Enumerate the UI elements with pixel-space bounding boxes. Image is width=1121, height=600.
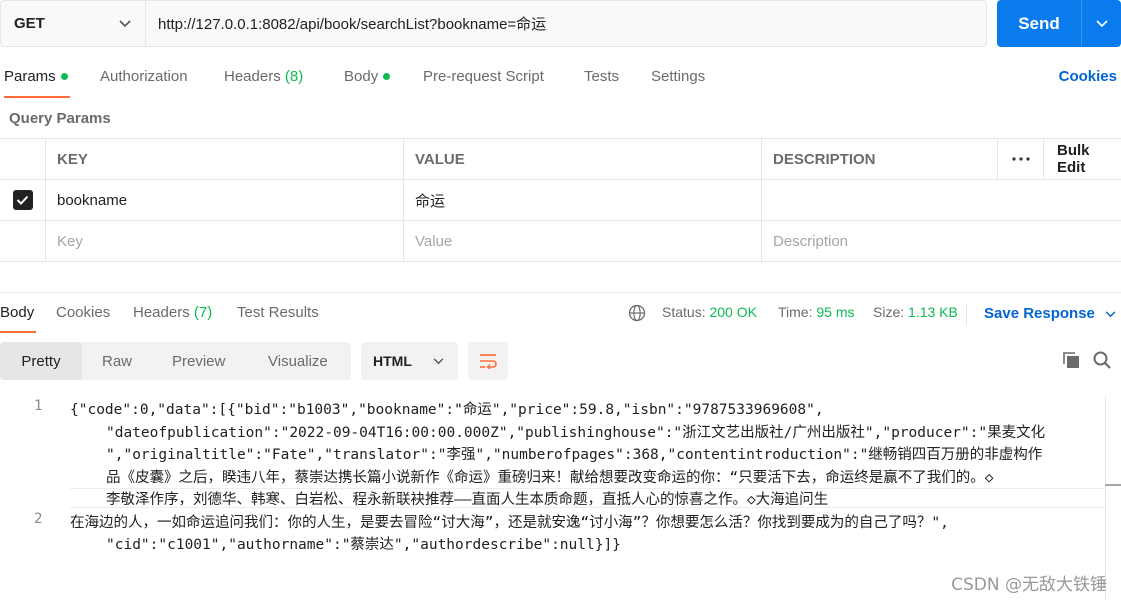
code-line: 李敬泽作序，刘德华、韩寒、白岩松、程永新联袂推荐——直面人生本质命题，直抵人心的…: [106, 492, 829, 508]
size-label: Size:: [873, 304, 905, 320]
tab-params-label: Params: [4, 68, 56, 85]
active-tab-indicator: [4, 96, 70, 98]
send-button-group: Send: [997, 0, 1121, 47]
code-line: 在海边的人，一如命运追问我们：你的人生，是要去冒险“讨大海”，还是就安逸“讨小海…: [70, 515, 949, 531]
status-readout: Status: 200 OK: [662, 304, 757, 320]
query-params-title: Query Params: [9, 110, 111, 127]
code-scrollbar[interactable]: [1105, 396, 1121, 600]
code-line: 品《皮囊》之后，睽违八年，蔡崇达携长篇小说新作《命运》重磅归来！献给想要改变命运…: [106, 470, 994, 486]
cookies-link[interactable]: Cookies: [1059, 68, 1117, 85]
line-number: 2: [34, 511, 43, 527]
format-select-label: HTML: [373, 353, 412, 369]
tab-settings[interactable]: Settings: [651, 68, 705, 85]
format-select[interactable]: HTML: [361, 342, 458, 380]
new-description-input[interactable]: Description: [761, 221, 997, 261]
tab-response-headers-label: Headers: [133, 304, 190, 321]
row-checkbox-cell: [0, 221, 45, 261]
chevron-down-icon: [1095, 19, 1108, 27]
divider: [966, 303, 967, 325]
view-mode-group: Pretty Raw Preview Visualize: [0, 342, 351, 380]
param-value-input[interactable]: 命运: [403, 180, 761, 220]
column-header-description: DESCRIPTION: [761, 139, 997, 179]
time-label: Time:: [778, 304, 813, 320]
send-options-button[interactable]: [1081, 0, 1121, 47]
chevron-down-icon: [433, 357, 444, 364]
chevron-down-icon: [1105, 310, 1116, 317]
tab-body-label: Body: [344, 68, 379, 85]
param-description-input[interactable]: [761, 180, 997, 220]
save-response-button[interactable]: Save Response: [984, 305, 1116, 322]
copy-icon[interactable]: [1061, 350, 1081, 370]
tab-prerequest-script[interactable]: Pre-request Script: [423, 68, 544, 85]
tab-headers-count: (8): [284, 68, 304, 85]
active-tab-indicator: [0, 331, 36, 333]
view-pretty-button[interactable]: Pretty: [0, 342, 82, 380]
watermark: CSDN @无敌大铁锤: [951, 575, 1107, 595]
request-url-bar: GET http://127.0.0.1:8082/api/book/searc…: [0, 0, 987, 47]
header-checkbox-cell: [0, 139, 45, 179]
save-response-label: Save Response: [984, 305, 1095, 322]
url-input[interactable]: http://127.0.0.1:8082/api/book/searchLis…: [146, 1, 986, 46]
status-label: Status:: [662, 304, 706, 320]
column-header-value: VALUE: [403, 139, 761, 179]
response-tabs: Body Cookies Headers (7) Test Results St…: [0, 292, 1121, 333]
checkmark-icon: [16, 195, 29, 205]
tab-response-headers[interactable]: Headers (7): [133, 304, 212, 321]
search-icon[interactable]: [1092, 350, 1112, 370]
view-raw-button[interactable]: Raw: [102, 342, 132, 380]
tab-response-body[interactable]: Body: [0, 304, 34, 321]
globe-icon[interactable]: [628, 304, 646, 322]
status-value: 200 OK: [709, 304, 757, 320]
scrollbar-thumb[interactable]: [1105, 484, 1121, 486]
code-line: {"code":0,"data":[{"bid":"b1003","bookna…: [70, 402, 824, 418]
time-value: 95 ms: [816, 304, 855, 320]
method-select[interactable]: GET: [1, 1, 146, 46]
wrap-lines-button[interactable]: [468, 342, 508, 380]
size-value: 1.13 KB: [908, 304, 958, 320]
table-row-new: Key Value Description: [0, 221, 1121, 262]
wrap-lines-icon: [480, 354, 497, 369]
method-label: GET: [14, 15, 45, 32]
table-header-row: KEY VALUE DESCRIPTION Bulk Edit: [0, 139, 1121, 180]
column-header-key: KEY: [45, 139, 403, 179]
code-line: "dateofpublication":"2022-09-04T16:00:00…: [106, 425, 1046, 441]
tab-headers-label: Headers: [224, 68, 281, 85]
tab-response-cookies[interactable]: Cookies: [56, 304, 110, 321]
tab-tests[interactable]: Tests: [584, 68, 619, 85]
size-readout: Size: 1.13 KB: [873, 304, 958, 320]
chevron-down-icon: [119, 19, 131, 27]
status-dot-icon: [383, 72, 391, 80]
view-preview-button[interactable]: Preview: [172, 342, 225, 380]
new-value-input[interactable]: Value: [403, 221, 761, 261]
request-tabs: Params Authorization Headers (8) Body Pr…: [0, 58, 1121, 98]
row-checkbox-cell: [0, 180, 45, 220]
view-visualize-button[interactable]: Visualize: [268, 342, 328, 380]
code-line: ","originaltitle":"Fate","translator":"李…: [106, 447, 1043, 463]
tab-headers[interactable]: Headers (8): [224, 68, 303, 85]
send-button[interactable]: Send: [997, 0, 1081, 47]
param-key-input[interactable]: bookname: [45, 180, 403, 220]
more-options-button[interactable]: [997, 139, 1043, 179]
tab-body[interactable]: Body: [344, 68, 391, 85]
status-dot-icon: [60, 72, 68, 80]
query-params-table: KEY VALUE DESCRIPTION Bulk Edit bookname…: [0, 138, 1121, 262]
time-readout: Time: 95 ms: [778, 304, 855, 320]
tab-test-results[interactable]: Test Results: [237, 304, 319, 321]
tab-response-headers-count: (7): [193, 304, 213, 321]
code-line: "cid":"c1001","authorname":"蔡崇达","author…: [106, 537, 621, 553]
row-enabled-checkbox[interactable]: [12, 190, 33, 210]
table-row: bookname 命运: [0, 180, 1121, 221]
line-number: 1: [34, 398, 43, 414]
tab-authorization[interactable]: Authorization: [100, 68, 188, 85]
tab-params[interactable]: Params: [4, 68, 68, 85]
bulk-edit-button[interactable]: Bulk Edit: [1043, 139, 1121, 179]
new-key-input[interactable]: Key: [45, 221, 403, 261]
more-horizontal-icon: [1011, 157, 1030, 161]
